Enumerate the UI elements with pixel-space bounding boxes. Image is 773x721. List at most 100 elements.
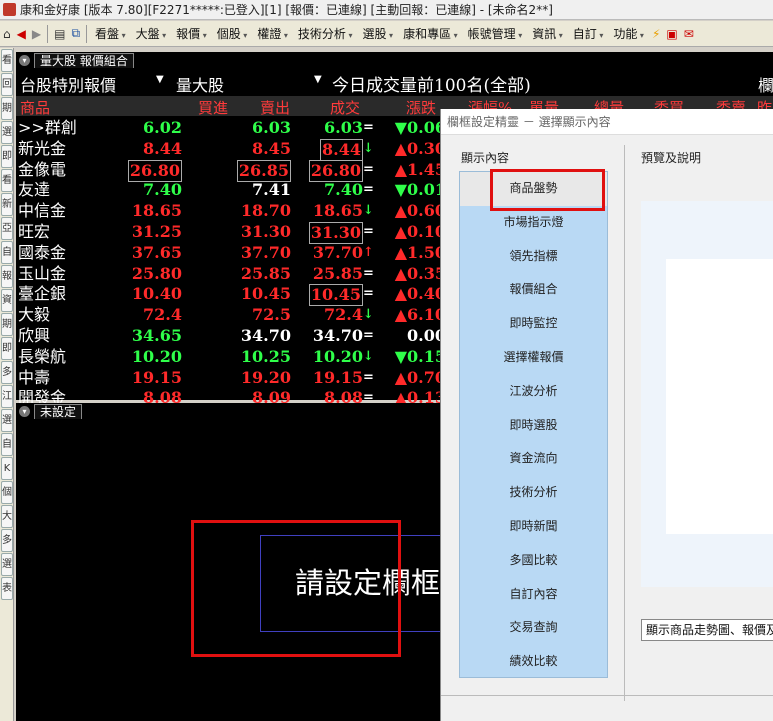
quote-name: 國泰金 bbox=[18, 242, 67, 262]
col-header-name[interactable]: 商品 bbox=[20, 97, 50, 118]
content-item[interactable]: 技術分析 bbox=[460, 476, 607, 510]
highlight-box bbox=[191, 520, 401, 657]
content-item[interactable]: 多國比較 bbox=[460, 544, 607, 578]
quote-buy: 6.02 bbox=[143, 118, 182, 137]
column-setting-label[interactable]: 欄 bbox=[758, 72, 773, 96]
sidebar-tab[interactable]: 即 bbox=[1, 145, 13, 168]
window-title: 康和金好康 [版本 7.80][F2271*****:已登入][1] [報價：已… bbox=[20, 3, 553, 17]
quote-row[interactable]: 友達 7.40 7.41 7.40 = ▼0.01 bbox=[16, 180, 446, 200]
menu-item[interactable]: 個股 bbox=[212, 25, 253, 42]
content-item[interactable]: 即時監控 bbox=[460, 307, 607, 341]
quote-change: ▲0.35 bbox=[394, 263, 446, 283]
quote-change: ▲0.30 bbox=[394, 138, 446, 158]
content-item[interactable]: 績效比較 bbox=[460, 645, 607, 679]
menu-item[interactable]: 技術分析 bbox=[293, 25, 358, 42]
print-icon[interactable]: ▤ bbox=[51, 24, 68, 44]
quote-trend: ↓ bbox=[363, 140, 374, 156]
quote-panel-tab[interactable]: 量大股 報價組合 bbox=[34, 53, 134, 68]
collapse-icon[interactable]: ▾ bbox=[19, 406, 30, 417]
sidebar-tab[interactable]: 即 bbox=[1, 337, 13, 360]
quote-row[interactable]: >>群創 6.02 6.03 6.03 = ▼0.06 bbox=[16, 118, 446, 138]
menu-item[interactable]: 選股 bbox=[357, 25, 398, 42]
quote-row[interactable]: 欣興 34.65 34.70 34.70 = 0.00 bbox=[16, 326, 446, 346]
content-item[interactable]: 自訂內容 bbox=[460, 578, 607, 612]
content-item[interactable]: 資金流向 bbox=[460, 442, 607, 476]
content-item[interactable]: 即時新聞 bbox=[460, 510, 607, 544]
empty-panel-tab[interactable]: 未設定 bbox=[34, 404, 83, 419]
menu-item[interactable]: 資訊 bbox=[527, 25, 568, 42]
sidebar-tab[interactable]: 自 bbox=[1, 241, 13, 264]
col-header-chg[interactable]: 漲跌 bbox=[406, 97, 436, 118]
content-item[interactable]: 報價組合 bbox=[460, 273, 607, 307]
menu-item[interactable]: 報價 bbox=[171, 25, 212, 42]
lightning-icon[interactable]: ⚡ bbox=[649, 24, 663, 44]
quote-row[interactable]: 新光金 8.44 8.45 8.44 ↓ ▲0.30 bbox=[16, 138, 446, 161]
content-item[interactable]: 選擇權報價 bbox=[460, 341, 607, 375]
home-icon[interactable]: ⌂ bbox=[0, 24, 14, 44]
quote-row[interactable]: 中信金 18.65 18.70 18.65 ↓ ▲0.60 bbox=[16, 201, 446, 221]
content-item[interactable]: 即時選股 bbox=[460, 409, 607, 443]
dropdown-arrow-icon[interactable]: ▼ bbox=[156, 74, 164, 85]
sidebar-tab[interactable]: K bbox=[1, 457, 13, 480]
sidebar-tab[interactable]: 選 bbox=[1, 409, 13, 432]
sidebar-tab[interactable]: 新 bbox=[1, 193, 13, 216]
sidebar-tab[interactable]: 大 bbox=[1, 505, 13, 528]
quote-change: ▲1.45 bbox=[394, 159, 446, 179]
quote-trend: = bbox=[363, 328, 374, 343]
sidebar-tab[interactable]: 個 bbox=[1, 481, 13, 504]
menubar: ⌂ ◀ ▶ ▤ ⧉ 看盤 大盤 報價 個股 權證 技術分析 選股 康和專區 帳號… bbox=[0, 21, 773, 47]
sidebar-tab[interactable]: 多 bbox=[1, 361, 13, 384]
sidebar-tab[interactable]: 表 bbox=[1, 577, 13, 600]
sidebar-tab[interactable]: 資 bbox=[1, 289, 13, 312]
content-item[interactable]: 交易查詢 bbox=[460, 611, 607, 645]
note-icon[interactable]: ▣ bbox=[663, 24, 680, 44]
content-item[interactable]: 領先指標 bbox=[460, 240, 607, 274]
window-icon[interactable]: ⧉ bbox=[68, 24, 83, 44]
group-select[interactable]: 量大股 bbox=[176, 72, 224, 96]
menu-item[interactable]: 大盤 bbox=[131, 25, 172, 42]
sidebar-tab[interactable]: 回 bbox=[1, 73, 13, 96]
quote-row[interactable]: 旺宏 31.25 31.30 31.30 = ▲0.10 bbox=[16, 222, 446, 244]
sidebar-tab[interactable]: 期 bbox=[1, 97, 13, 120]
sidebar-tab[interactable]: 選 bbox=[1, 553, 13, 576]
forward-icon[interactable]: ▶ bbox=[29, 24, 44, 44]
quote-buy: 37.65 bbox=[131, 242, 182, 262]
menu-item[interactable]: 看盤 bbox=[90, 25, 131, 42]
news-icon[interactable]: ✉ bbox=[681, 24, 697, 44]
quote-row[interactable]: 中壽 19.15 19.20 19.15 = ▲0.70 bbox=[16, 368, 446, 388]
content-item[interactable]: 江波分析 bbox=[460, 375, 607, 409]
quote-row[interactable]: 國泰金 37.65 37.70 37.70 ↑ ▲1.50 bbox=[16, 243, 446, 263]
menu-item[interactable]: 功能 bbox=[608, 25, 649, 42]
sidebar-tab[interactable]: 選 bbox=[1, 121, 13, 144]
quote-trend: = bbox=[363, 369, 374, 385]
sidebar-tab[interactable]: 自 bbox=[1, 433, 13, 456]
category-select[interactable]: 台股特別報價 bbox=[20, 72, 116, 96]
menu-item[interactable]: 自訂 bbox=[568, 25, 609, 42]
quote-row[interactable]: 臺企銀 10.40 10.45 10.45 = ▲0.40 bbox=[16, 284, 446, 307]
quote-last: 34.70 bbox=[312, 326, 363, 345]
menu-item[interactable]: 權證 bbox=[252, 25, 293, 42]
sidebar-tab[interactable]: 看 bbox=[1, 49, 13, 72]
col-header-buy[interactable]: 買進 bbox=[198, 97, 228, 118]
description-field: 顯示商品走勢圖、報價及 bbox=[641, 619, 773, 641]
back-icon[interactable]: ◀ bbox=[14, 24, 29, 44]
quote-row[interactable]: 長榮航 10.20 10.25 10.20 ↓ ▼0.15 bbox=[16, 347, 446, 367]
quote-name: 旺宏 bbox=[18, 222, 51, 241]
sidebar-tab[interactable]: 期 bbox=[1, 313, 13, 336]
sidebar-tab[interactable]: 多 bbox=[1, 529, 13, 552]
quote-row[interactable]: 金像電 26.80 26.85 26.80 = ▲1.45 bbox=[16, 159, 446, 182]
dropdown-arrow-icon[interactable]: ▼ bbox=[314, 74, 322, 85]
quote-change: ▼0.01 bbox=[394, 180, 446, 200]
sidebar-tab[interactable]: 亞 bbox=[1, 217, 13, 240]
quote-row[interactable]: 玉山金 25.80 25.85 25.85 = ▲0.35 bbox=[16, 264, 446, 284]
collapse-icon[interactable]: ▾ bbox=[19, 55, 30, 66]
sidebar-tab[interactable]: 江 bbox=[1, 385, 13, 408]
menu-item[interactable]: 康和專區 bbox=[398, 25, 463, 42]
sidebar-tab[interactable]: 看 bbox=[1, 169, 13, 192]
quote-row[interactable]: 大毅 72.4 72.5 72.4 ↓ ▲6.10 bbox=[16, 305, 446, 325]
col-header-sell[interactable]: 賣出 bbox=[260, 97, 290, 118]
sidebar-tab[interactable]: 報 bbox=[1, 265, 13, 288]
quote-name: 新光金 bbox=[18, 138, 67, 158]
menu-item[interactable]: 帳號管理 bbox=[463, 25, 528, 42]
col-header-last[interactable]: 成交 bbox=[330, 97, 360, 118]
